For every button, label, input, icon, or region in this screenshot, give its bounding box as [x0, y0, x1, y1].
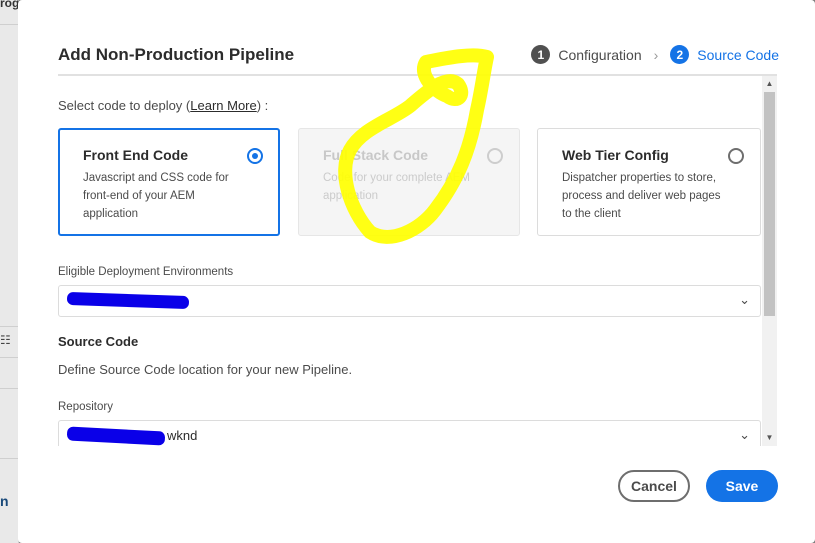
card-web-tier-config[interactable]: Web Tier Config Dispatcher properties to… [537, 128, 761, 236]
chevron-right-icon: › [653, 46, 659, 63]
environments-select[interactable]: ⌄ [58, 285, 761, 317]
step-configuration[interactable]: Configuration [558, 47, 641, 63]
environments-label: Eligible Deployment Environments [58, 266, 234, 278]
repository-select[interactable]: wknd ⌄ [58, 420, 761, 446]
dialog-body: Select code to deploy (Learn More) : Fro… [58, 76, 761, 446]
card-description: Dispatcher properties to store, process … [562, 172, 721, 220]
tree-icon: ☷ [0, 333, 11, 347]
redaction-mark [66, 426, 166, 446]
save-button[interactable]: Save [706, 470, 778, 502]
repository-label: Repository [58, 401, 113, 413]
dialog-scrollbar[interactable]: ▲ ▼ [762, 76, 777, 446]
card-full-stack-code: Full Stack Code Code for your complete A… [298, 128, 520, 236]
repository-value: wknd [167, 428, 198, 443]
card-title: Web Tier Config [562, 147, 669, 163]
cancel-button[interactable]: Cancel [618, 470, 690, 502]
add-pipeline-dialog: Add Non-Production Pipeline 1 Configurat… [18, 0, 815, 543]
select-code-suffix: ) : [256, 98, 269, 113]
source-code-description: Define Source Code location for your new… [58, 362, 353, 377]
chevron-down-icon: ⌄ [739, 292, 750, 307]
card-title: Front End Code [83, 147, 188, 163]
background-divider [0, 388, 18, 389]
stepper: 1 Configuration › 2 Source Code [531, 45, 779, 64]
radio-full-stack-code [487, 148, 503, 164]
card-front-end-code[interactable]: Front End Code Javascript and CSS code f… [58, 128, 280, 236]
scroll-thumb[interactable] [764, 92, 775, 316]
redaction-mark [66, 291, 190, 310]
step-1-number: 1 [531, 45, 551, 64]
select-code-prefix: Select code to deploy ( [58, 98, 191, 113]
background-divider [0, 326, 18, 327]
background-divider [0, 357, 18, 358]
scroll-up-icon[interactable]: ▲ [762, 79, 777, 88]
source-code-heading: Source Code [58, 334, 139, 349]
background-divider [0, 458, 18, 459]
select-code-label: Select code to deploy (Learn More) : [58, 98, 268, 113]
background-text: rog [0, 0, 20, 10]
scroll-down-icon[interactable]: ▼ [762, 433, 777, 442]
step-source-code[interactable]: Source Code [697, 47, 779, 63]
card-description: Javascript and CSS code for front-end of… [83, 172, 229, 220]
background-page: rog ☷ n [0, 0, 19, 543]
chevron-down-icon: ⌄ [739, 427, 750, 442]
card-description: Code for your complete AEM application [323, 172, 471, 202]
learn-more-link[interactable]: Learn More [190, 98, 256, 113]
radio-front-end-code[interactable] [247, 148, 263, 164]
card-title: Full Stack Code [323, 147, 429, 163]
dialog-title: Add Non-Production Pipeline [58, 45, 295, 64]
step-2-number: 2 [670, 45, 690, 64]
background-divider [0, 24, 18, 25]
background-text: n [0, 493, 9, 509]
radio-web-tier-config[interactable] [728, 148, 744, 164]
